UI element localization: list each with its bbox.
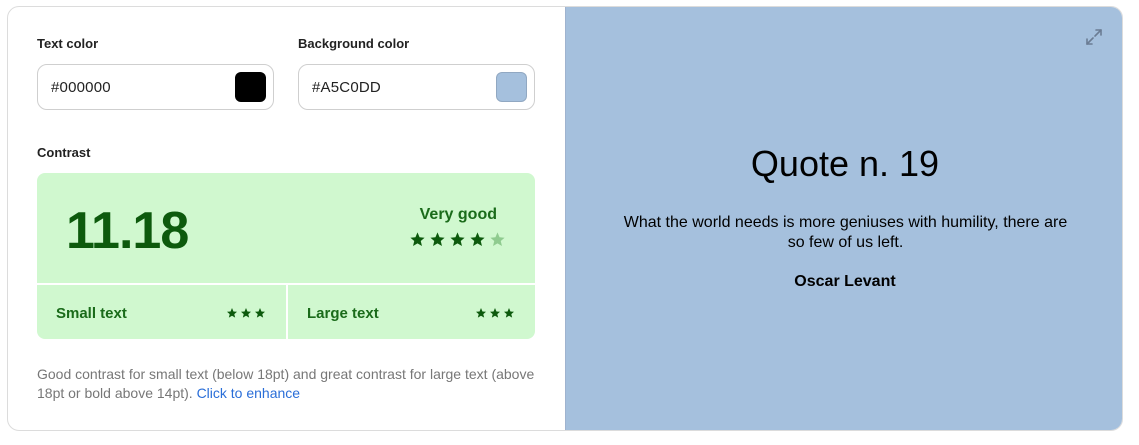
background-color-value: #A5C0DD: [312, 79, 381, 96]
star-filled-icon: [430, 232, 445, 247]
text-size-ratings: Small text Large text: [37, 283, 535, 339]
text-color-value: #000000: [51, 79, 111, 96]
contrast-note: Good contrast for small text (below 18pt…: [37, 365, 537, 403]
controls-panel: Text color #000000 Background color #A5C…: [8, 7, 565, 430]
star-filled-icon: [241, 308, 251, 318]
overall-rating-stars: [409, 231, 506, 248]
star-empty-icon: [490, 232, 505, 247]
preview-panel: Quote n. 19 What the world needs is more…: [565, 7, 1122, 430]
small-text-label: Small text: [56, 305, 127, 322]
background-color-swatch[interactable]: [496, 72, 527, 102]
star-filled-icon: [476, 308, 486, 318]
text-color-input[interactable]: #000000: [37, 64, 274, 110]
small-text-stars: [226, 307, 266, 319]
large-text-label: Large text: [307, 305, 379, 322]
large-text-rating: Large text: [286, 285, 534, 339]
expand-icon[interactable]: [1084, 27, 1104, 47]
quote-author: Oscar Levant: [794, 273, 896, 290]
text-color-label: Text color: [37, 36, 99, 51]
contrast-ratio: 11.18: [66, 202, 189, 260]
background-color-label: Background color: [298, 36, 410, 51]
star-filled-icon: [410, 232, 425, 247]
star-filled-icon: [470, 232, 485, 247]
quote-title: Quote n. 19: [750, 143, 940, 184]
enhance-link[interactable]: Click to enhance: [197, 385, 301, 401]
text-color-swatch[interactable]: [235, 72, 266, 102]
background-color-input[interactable]: #A5C0DD: [298, 64, 535, 110]
star-filled-icon: [504, 308, 514, 318]
large-text-stars: [475, 307, 515, 319]
star-filled-icon: [450, 232, 465, 247]
small-text-rating: Small text: [37, 285, 285, 339]
star-filled-icon: [227, 308, 237, 318]
star-filled-icon: [490, 308, 500, 318]
star-filled-icon: [255, 308, 265, 318]
contrast-label: Contrast: [37, 145, 91, 160]
quote-text: What the world needs is more geniuses wi…: [623, 214, 1068, 251]
contrast-result-box: 11.18 Very good Small text Large text: [37, 173, 535, 339]
rating-word: Very good: [419, 206, 497, 223]
contrast-checker-card: Text color #000000 Background color #A5C…: [7, 6, 1123, 431]
